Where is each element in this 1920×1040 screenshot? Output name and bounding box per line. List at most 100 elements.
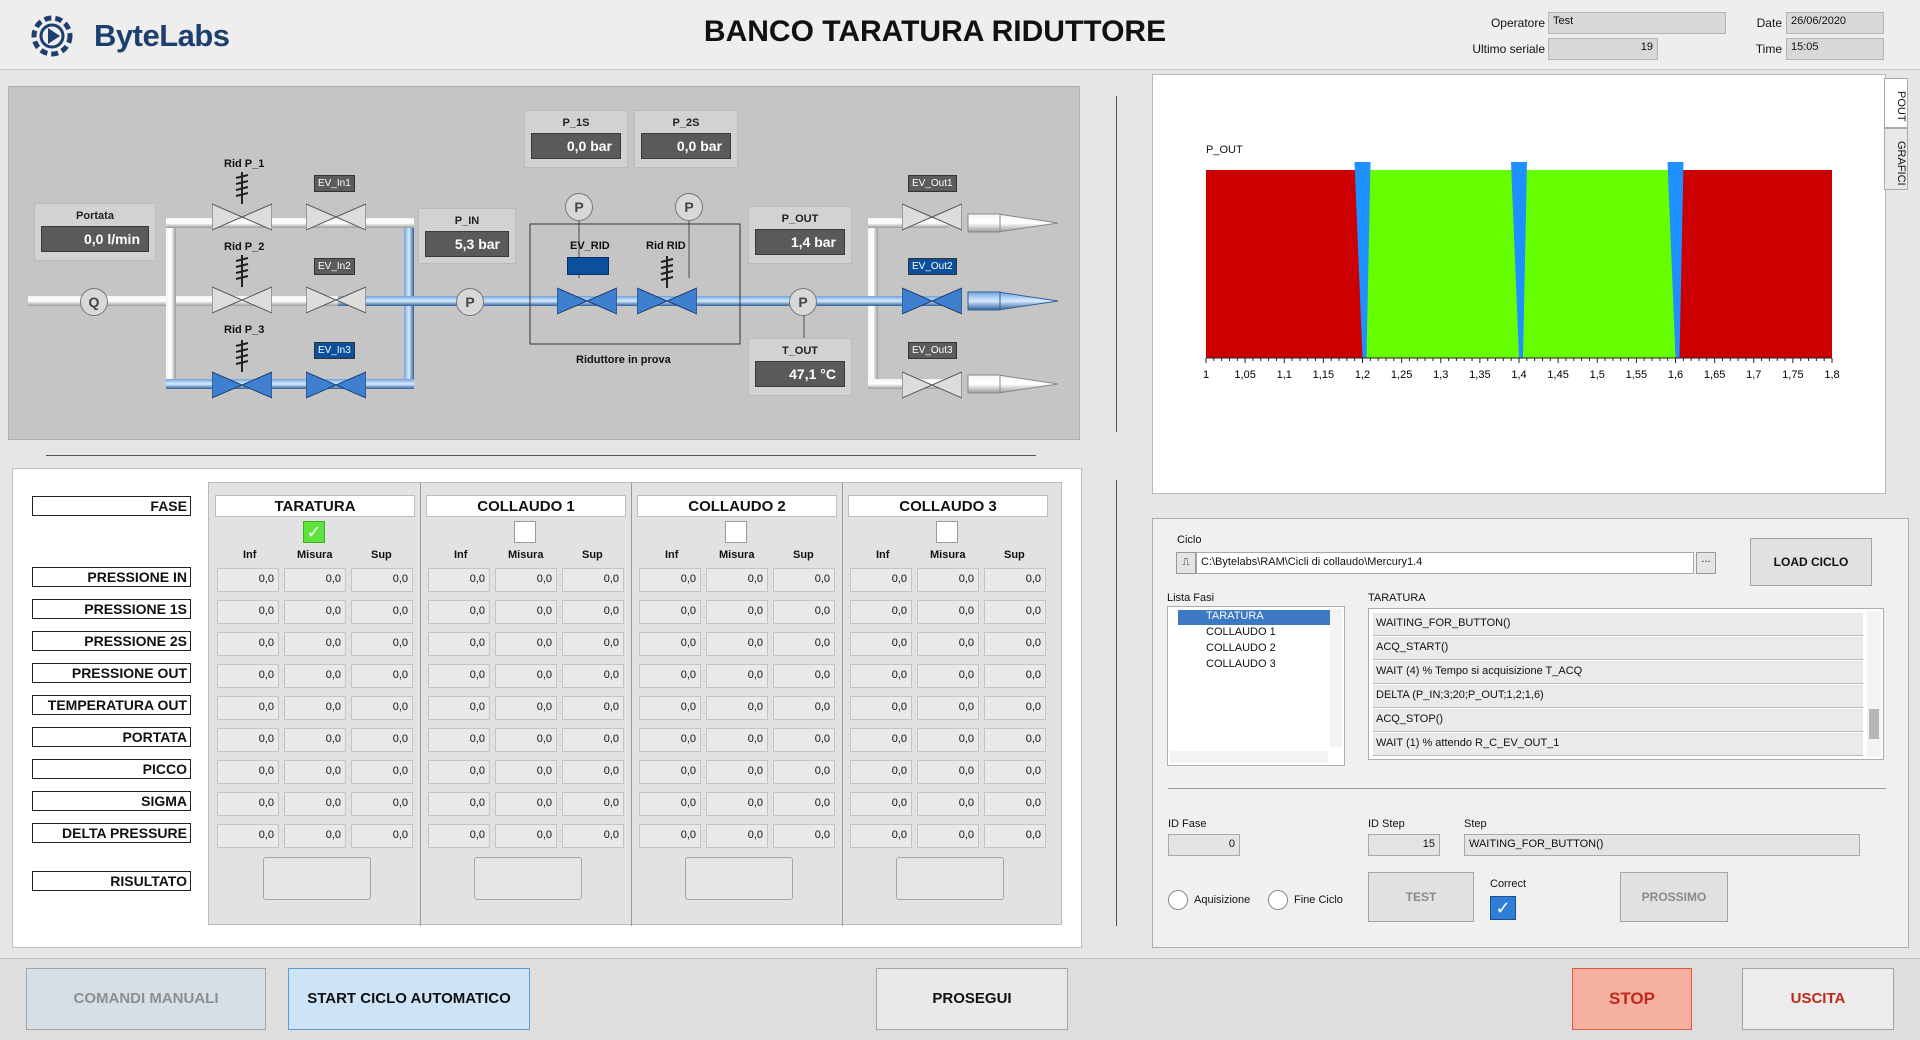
- value-cell[interactable]: 0,0: [428, 696, 490, 720]
- tab-pout[interactable]: POUT: [1884, 78, 1908, 128]
- step-item[interactable]: ACQ_STOP(): [1373, 709, 1863, 732]
- lista-fasi-hscrollbar[interactable]: [1170, 751, 1328, 763]
- value-cell[interactable]: 0,0: [495, 696, 557, 720]
- value-cell[interactable]: 0,0: [706, 664, 768, 688]
- value-cell[interactable]: 0,0: [984, 760, 1046, 784]
- valve-ev-in3-icon[interactable]: [306, 370, 366, 400]
- fase-item-collaudo-1[interactable]: COLLAUDO 1: [1206, 626, 1276, 638]
- risultato-button[interactable]: [263, 857, 371, 900]
- value-cell[interactable]: 0,0: [428, 792, 490, 816]
- step-item[interactable]: WAIT (4) % Tempo si acquisizione T_ACQ: [1373, 661, 1863, 684]
- value-cell[interactable]: 0,0: [495, 600, 557, 624]
- value-cell[interactable]: 0,0: [917, 760, 979, 784]
- value-cell[interactable]: 0,0: [850, 792, 912, 816]
- valve-rid-p1-icon[interactable]: [212, 202, 272, 232]
- value-cell[interactable]: 0,0: [562, 664, 624, 688]
- value-cell[interactable]: 0,0: [428, 824, 490, 848]
- value-cell[interactable]: 0,0: [639, 696, 701, 720]
- fase-checkbox[interactable]: ✓: [303, 521, 325, 543]
- value-cell[interactable]: 0,0: [706, 568, 768, 592]
- step-item[interactable]: DELTA (P_IN;3;20;P_OUT;1,2;1,6): [1373, 685, 1863, 708]
- value-cell[interactable]: 0,0: [217, 824, 279, 848]
- value-cell[interactable]: 0,0: [428, 664, 490, 688]
- value-cell[interactable]: 0,0: [562, 792, 624, 816]
- value-cell[interactable]: 0,0: [428, 600, 490, 624]
- value-cell[interactable]: 0,0: [773, 696, 835, 720]
- value-cell[interactable]: 0,0: [850, 760, 912, 784]
- value-cell[interactable]: 0,0: [284, 728, 346, 752]
- ultimo-seriale-field[interactable]: 19: [1548, 38, 1658, 60]
- value-cell[interactable]: 0,0: [562, 824, 624, 848]
- risultato-button[interactable]: [896, 857, 1004, 900]
- valve-ev-in1-icon[interactable]: [306, 202, 366, 232]
- value-cell[interactable]: 0,0: [639, 568, 701, 592]
- valve-rid-rid-icon[interactable]: [637, 286, 697, 316]
- value-cell[interactable]: 0,0: [495, 568, 557, 592]
- value-cell[interactable]: 0,0: [773, 600, 835, 624]
- step-item[interactable]: ACQ_START(): [1373, 637, 1863, 660]
- value-cell[interactable]: 0,0: [284, 568, 346, 592]
- value-cell[interactable]: 0,0: [773, 792, 835, 816]
- steps-scrollbar[interactable]: [1867, 611, 1881, 757]
- comandi-manuali-button[interactable]: COMANDI MANUALI: [26, 968, 266, 1030]
- value-cell[interactable]: 0,0: [562, 696, 624, 720]
- value-cell[interactable]: 0,0: [562, 760, 624, 784]
- value-cell[interactable]: 0,0: [984, 696, 1046, 720]
- value-cell[interactable]: 0,0: [351, 824, 413, 848]
- value-cell[interactable]: 0,0: [917, 600, 979, 624]
- value-cell[interactable]: 0,0: [639, 728, 701, 752]
- value-cell[interactable]: 0,0: [706, 632, 768, 656]
- value-cell[interactable]: 0,0: [917, 664, 979, 688]
- prossimo-button[interactable]: PROSSIMO: [1620, 872, 1728, 922]
- value-cell[interactable]: 0,0: [917, 632, 979, 656]
- value-cell[interactable]: 0,0: [495, 792, 557, 816]
- ev-out3-tag[interactable]: EV_Out3: [908, 342, 957, 359]
- value-cell[interactable]: 0,0: [217, 792, 279, 816]
- stop-button[interactable]: STOP: [1572, 968, 1692, 1030]
- value-cell[interactable]: 0,0: [773, 728, 835, 752]
- value-cell[interactable]: 0,0: [706, 824, 768, 848]
- value-cell[interactable]: 0,0: [284, 696, 346, 720]
- load-ciclo-button[interactable]: LOAD CICLO: [1750, 538, 1872, 586]
- value-cell[interactable]: 0,0: [351, 568, 413, 592]
- value-cell[interactable]: 0,0: [850, 664, 912, 688]
- value-cell[interactable]: 0,0: [706, 760, 768, 784]
- correct-checkbox[interactable]: ✓: [1490, 896, 1516, 920]
- value-cell[interactable]: 0,0: [984, 728, 1046, 752]
- value-cell[interactable]: 0,0: [351, 632, 413, 656]
- fase-checkbox[interactable]: [725, 521, 747, 543]
- valve-rid-p3-icon[interactable]: [212, 370, 272, 400]
- value-cell[interactable]: 0,0: [850, 600, 912, 624]
- value-cell[interactable]: 0,0: [284, 632, 346, 656]
- value-cell[interactable]: 0,0: [428, 632, 490, 656]
- value-cell[interactable]: 0,0: [706, 728, 768, 752]
- value-cell[interactable]: 0,0: [639, 760, 701, 784]
- value-cell[interactable]: 0,0: [351, 792, 413, 816]
- value-cell[interactable]: 0,0: [217, 632, 279, 656]
- fase-checkbox[interactable]: [936, 521, 958, 543]
- value-cell[interactable]: 0,0: [984, 600, 1046, 624]
- value-cell[interactable]: 0,0: [284, 824, 346, 848]
- value-cell[interactable]: 0,0: [351, 664, 413, 688]
- value-cell[interactable]: 0,0: [850, 568, 912, 592]
- value-cell[interactable]: 0,0: [495, 664, 557, 688]
- fase-item-collaudo-2[interactable]: COLLAUDO 2: [1206, 642, 1276, 654]
- uscita-button[interactable]: USCITA: [1742, 968, 1894, 1030]
- file-icon[interactable]: ⎍: [1176, 552, 1196, 574]
- value-cell[interactable]: 0,0: [562, 568, 624, 592]
- value-cell[interactable]: 0,0: [984, 568, 1046, 592]
- risultato-button[interactable]: [685, 857, 793, 900]
- fase-checkbox[interactable]: [514, 521, 536, 543]
- value-cell[interactable]: 0,0: [217, 760, 279, 784]
- value-cell[interactable]: 0,0: [495, 728, 557, 752]
- value-cell[interactable]: 0,0: [562, 600, 624, 624]
- valve-ev-in2-icon[interactable]: [306, 285, 366, 315]
- value-cell[interactable]: 0,0: [984, 824, 1046, 848]
- value-cell[interactable]: 0,0: [984, 792, 1046, 816]
- value-cell[interactable]: 0,0: [495, 632, 557, 656]
- value-cell[interactable]: 0,0: [217, 696, 279, 720]
- valve-ev-out2-icon[interactable]: [902, 286, 962, 316]
- fine-ciclo-radio[interactable]: [1268, 890, 1288, 910]
- value-cell[interactable]: 0,0: [562, 728, 624, 752]
- browse-button[interactable]: ...: [1696, 552, 1716, 574]
